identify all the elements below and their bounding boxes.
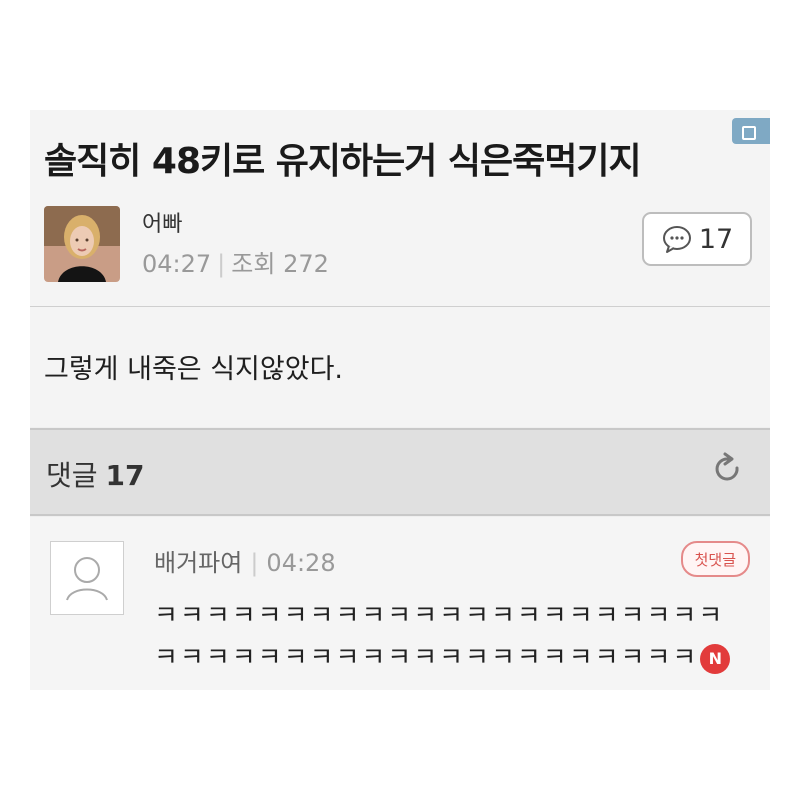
comment-item: 배거파여 | 04:28 첫댓글 ㅋㅋㅋㅋㅋㅋㅋㅋㅋㅋㅋㅋㅋㅋㅋㅋㅋㅋㅋㅋㅋㅋㅋㅋㅋ… (30, 517, 770, 690)
comment-avatar[interactable] (50, 541, 124, 615)
first-comment-badge: 첫댓글 (680, 541, 750, 577)
post-header: 솔직히 48키로 유지하는거 식은죽먹기지 어빠 04:27|조회 272 (30, 110, 770, 307)
comments-title: 댓글 17 (46, 454, 145, 494)
post-title: 솔직히 48키로 유지하는거 식은죽먹기지 (44, 141, 642, 182)
comment-time: 04:28 (266, 549, 336, 577)
comments-label: 댓글 (46, 459, 98, 492)
views-label: 조회 (231, 250, 276, 278)
comment-author[interactable]: 배거파여 (154, 549, 242, 577)
user-silhouette-icon (66, 557, 108, 601)
speech-bubble-icon (662, 226, 691, 253)
views-count: 272 (283, 250, 329, 278)
post-screen: 솔직히 48키로 유지하는거 식은죽먹기지 어빠 04:27|조회 272 (30, 110, 770, 690)
post-body: 그렇게 내죽은 식지않았다. (30, 307, 770, 427)
comment-text: ㅋㅋㅋㅋㅋㅋㅋㅋㅋㅋㅋㅋㅋㅋㅋㅋㅋㅋㅋㅋㅋㅋㅋㅋㅋㅋㅋㅋㅋㅋㅋㅋㅋㅋㅋㅋㅋㅋㅋㅋ… (154, 595, 744, 679)
post-meta: 04:27 | 조회 272 (142, 244, 329, 279)
author-name[interactable]: 어빠 (142, 206, 182, 238)
comment-count: 17 (698, 223, 734, 255)
author-avatar-image (44, 206, 120, 282)
new-badge: N (700, 643, 731, 674)
comment-body: ㅋㅋㅋㅋㅋㅋㅋㅋㅋㅋㅋㅋㅋㅋㅋㅋㅋㅋㅋㅋㅋㅋㅋㅋㅋㅋㅋㅋㅋㅋㅋㅋㅋㅋㅋㅋㅋㅋㅋㅋ… (154, 601, 725, 673)
comments-count: 17 (105, 459, 145, 492)
post-text: 그렇게 내죽은 식지않았다. (44, 354, 343, 385)
comment-meta-separator: | (250, 549, 259, 577)
refresh-icon[interactable] (708, 450, 748, 490)
comments-header: 댓글 17 (30, 428, 770, 516)
comment-count-button[interactable]: 17 (642, 212, 752, 266)
share-icon[interactable] (732, 118, 770, 144)
comment-meta: 배거파여 | 04:28 (154, 543, 336, 578)
post-time: 04:27 (142, 250, 212, 278)
meta-separator: | (217, 250, 226, 278)
author-avatar[interactable] (44, 206, 120, 282)
